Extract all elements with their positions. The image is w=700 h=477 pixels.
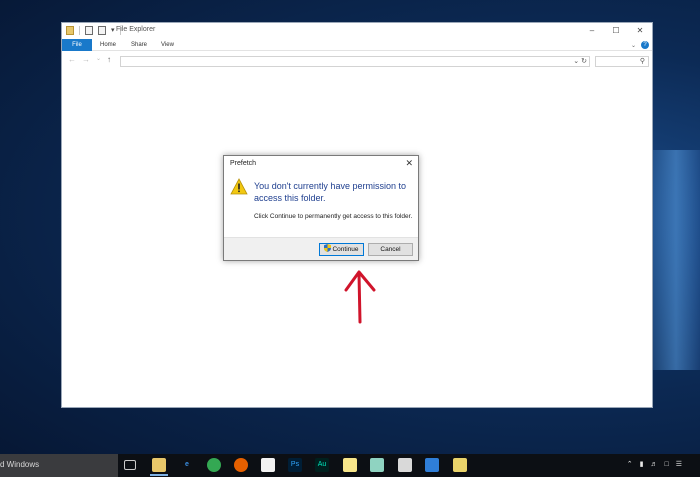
sticky-notes-icon[interactable] — [343, 458, 357, 472]
address-controls: ⌄ ↻ — [573, 57, 587, 67]
store-icon[interactable] — [261, 458, 275, 472]
folder-icon — [66, 26, 74, 35]
new-folder-icon[interactable] — [98, 26, 106, 35]
mail-icon[interactable] — [425, 458, 439, 472]
customize-toolbar-icon[interactable]: ▾ — [111, 26, 115, 35]
media-player-icon[interactable] — [453, 458, 467, 472]
firefox-icon[interactable] — [234, 458, 248, 472]
divider — [79, 26, 80, 35]
tab-home[interactable]: Home — [100, 39, 116, 51]
uac-shield-icon — [324, 244, 332, 252]
tab-file[interactable]: File — [62, 39, 92, 51]
dialog-title: Prefetch — [230, 160, 257, 167]
notepad-icon[interactable] — [370, 458, 384, 472]
ribbon-tabs: File Home Share View ⌄ ? — [62, 39, 652, 51]
dialog-footer: Continue Cancel — [224, 237, 418, 260]
volume-icon[interactable]: ♬ — [650, 461, 657, 468]
permission-dialog: Prefetch ✕ You don't currently have perm… — [223, 155, 419, 261]
continue-button[interactable]: Continue — [319, 243, 364, 256]
edge-icon[interactable]: e — [180, 458, 194, 472]
taskbar: d Windows e Ps Au ⌃ ▮ ♬ □ ☰ — [0, 454, 700, 477]
properties-icon[interactable] — [85, 26, 93, 35]
ribbon-right: ⌄ ? — [631, 41, 649, 49]
dialog-sub-message: Click Continue to permanently get access… — [254, 213, 413, 220]
search-icon: ⚲ — [639, 58, 645, 65]
maximize-button[interactable]: ☐ — [604, 23, 628, 39]
tab-view[interactable]: View — [161, 39, 174, 51]
action-center-icon[interactable]: ☰ — [676, 460, 682, 468]
chrome-icon[interactable] — [207, 458, 221, 472]
dialog-close-icon[interactable]: ✕ — [405, 158, 413, 168]
taskbar-search-text: d Windows — [0, 460, 40, 469]
search-field[interactable]: ⚲ — [595, 56, 649, 67]
recent-locations-icon[interactable]: ⌄ — [96, 55, 101, 64]
system-tray: ⌃ ▮ ♬ □ ☰ — [627, 460, 682, 469]
chevron-up-icon[interactable]: ⌃ — [627, 460, 633, 468]
up-arrow-icon[interactable]: ↑ — [107, 55, 111, 64]
task-view-icon[interactable] — [124, 460, 136, 470]
audition-icon[interactable]: Au — [315, 458, 329, 472]
taskbar-search[interactable]: d Windows — [0, 454, 118, 477]
title-bar: ▾ File Explorer – ☐ ✕ — [62, 23, 652, 39]
quick-access-toolbar: ▾ — [66, 26, 121, 35]
file-explorer-icon[interactable] — [150, 458, 168, 476]
help-icon[interactable]: ? — [641, 41, 649, 49]
navigation-bar: ← → ⌄ ↑ ⌄ ↻ ⚲ — [62, 54, 652, 68]
dialog-main-message: You don't currently have permission to a… — [254, 181, 406, 203]
calculator-icon[interactable] — [398, 458, 412, 472]
close-button[interactable]: ✕ — [628, 23, 652, 39]
address-bar[interactable]: ⌄ ↻ — [120, 56, 590, 67]
message-icon[interactable]: □ — [664, 461, 668, 468]
tab-share[interactable]: Share — [131, 39, 147, 51]
dropdown-icon[interactable]: ⌄ — [573, 58, 579, 65]
forward-arrow-icon[interactable]: → — [82, 55, 90, 64]
minimize-button[interactable]: – — [580, 23, 604, 39]
expand-ribbon-icon[interactable]: ⌄ — [631, 42, 636, 49]
annotation-arrow-icon — [344, 270, 376, 324]
photoshop-icon[interactable]: Ps — [288, 458, 302, 472]
back-arrow-icon[interactable]: ← — [68, 55, 76, 64]
continue-label: Continue — [332, 246, 359, 253]
battery-icon[interactable]: ▮ — [640, 460, 644, 468]
cancel-button[interactable]: Cancel — [368, 243, 413, 256]
window-controls: – ☐ ✕ — [580, 23, 652, 39]
window-title: File Explorer — [116, 26, 156, 33]
refresh-icon[interactable]: ↻ — [581, 58, 587, 65]
warning-icon — [230, 178, 248, 195]
nav-arrows: ← → ⌄ ↑ — [68, 55, 111, 64]
